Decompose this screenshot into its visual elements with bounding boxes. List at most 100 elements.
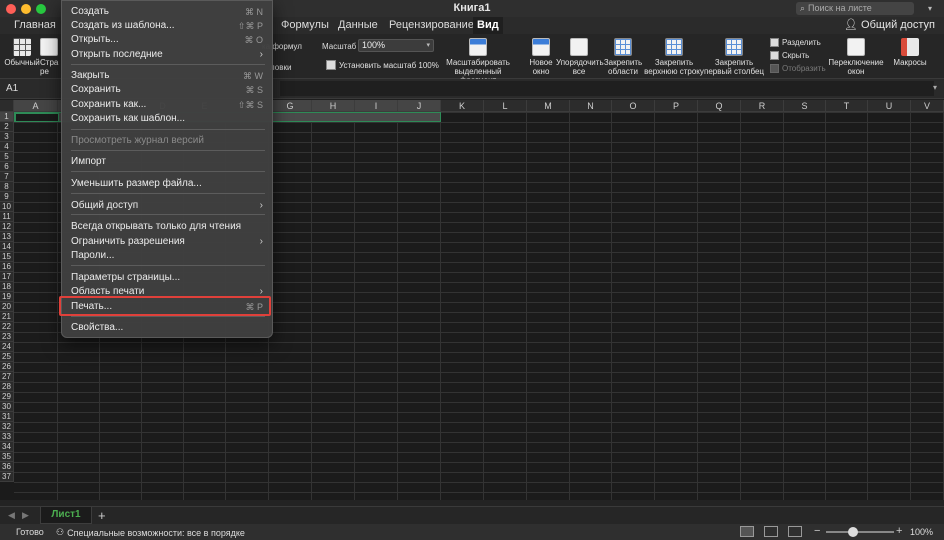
tab-home[interactable]: Главная: [14, 19, 56, 31]
column-header[interactable]: I: [355, 100, 398, 112]
menu-item[interactable]: Сохранить как шаблон...: [62, 112, 272, 126]
row-header[interactable]: 27: [0, 372, 14, 382]
row-header[interactable]: 28: [0, 382, 14, 392]
freeze-first-column-button[interactable]: Закрепить первый столбец: [704, 38, 764, 76]
row-header[interactable]: 6: [0, 162, 14, 172]
row-header[interactable]: 17: [0, 272, 14, 282]
menu-item[interactable]: Сохранить как... ⇧⌘ S: [62, 98, 272, 112]
row-header[interactable]: 21: [0, 312, 14, 322]
active-cell-a1[interactable]: [15, 113, 59, 122]
menu-item[interactable]: Всегда открывать только для чтения: [62, 220, 272, 234]
row-header[interactable]: 2: [0, 122, 14, 132]
column-header[interactable]: P: [655, 100, 698, 112]
row-header[interactable]: 20: [0, 302, 14, 312]
menu-item[interactable]: Просмотреть журнал версий: [62, 134, 272, 148]
row-header[interactable]: 1: [0, 112, 14, 122]
row-header[interactable]: 34: [0, 442, 14, 452]
menu-item[interactable]: Пароли...: [62, 249, 272, 263]
menu-item[interactable]: Закрыть ⌘ W: [62, 69, 272, 83]
split-button[interactable]: Разделить: [770, 36, 826, 49]
menu-item[interactable]: Параметры страницы...: [62, 271, 272, 285]
page-layout-view-icon[interactable]: [764, 526, 778, 537]
next-sheet-icon[interactable]: ▶: [22, 510, 29, 521]
row-header[interactable]: 31: [0, 412, 14, 422]
row-header[interactable]: 37: [0, 472, 14, 482]
menu-item[interactable]: Ограничить разрешения ›: [62, 235, 272, 249]
row-header[interactable]: 14: [0, 242, 14, 252]
share-button[interactable]: 👤︎ Общий доступ: [844, 18, 935, 31]
row-header[interactable]: 5: [0, 152, 14, 162]
zoom-to-selection-button[interactable]: Масштабировать выделенный фрагмент: [436, 38, 520, 85]
menu-item[interactable]: Уменьшить размер файла...: [62, 177, 272, 191]
row-header[interactable]: 10: [0, 202, 14, 212]
normal-view-button[interactable]: Обычный: [4, 38, 40, 67]
column-header[interactable]: Q: [698, 100, 741, 112]
prev-sheet-icon[interactable]: ◀: [8, 510, 15, 521]
row-header[interactable]: 16: [0, 262, 14, 272]
row-header[interactable]: 12: [0, 222, 14, 232]
column-header[interactable]: J: [398, 100, 441, 112]
row-header[interactable]: 11: [0, 212, 14, 222]
column-header[interactable]: U: [868, 100, 911, 112]
page-break-view-icon[interactable]: [788, 526, 802, 537]
tab-data[interactable]: Данные: [338, 19, 378, 31]
row-header[interactable]: 33: [0, 432, 14, 442]
row-header[interactable]: 15: [0, 252, 14, 262]
chevron-down-icon[interactable]: ▾: [933, 83, 937, 92]
column-header[interactable]: R: [741, 100, 784, 112]
menu-item[interactable]: Импорт: [62, 155, 272, 169]
column-header[interactable]: O: [612, 100, 655, 112]
tab-review[interactable]: Рецензирование: [389, 19, 474, 31]
unhide-button[interactable]: Отобразить: [770, 62, 826, 75]
row-header[interactable]: 26: [0, 362, 14, 372]
row-header[interactable]: 29: [0, 392, 14, 402]
row-header[interactable]: 9: [0, 192, 14, 202]
zoom-out-button[interactable]: −: [814, 525, 820, 537]
column-header[interactable]: M: [527, 100, 570, 112]
row-header[interactable]: 36: [0, 462, 14, 472]
page-layout-button[interactable]: Стра ре: [40, 38, 62, 76]
column-header[interactable]: N: [570, 100, 612, 112]
zoom-100-button[interactable]: Установить масштаб 100%: [326, 60, 439, 70]
column-header[interactable]: G: [269, 100, 312, 112]
row-header[interactable]: 32: [0, 422, 14, 432]
row-header[interactable]: 3: [0, 132, 14, 142]
menu-item[interactable]: Общий доступ ›: [62, 199, 272, 213]
menu-item[interactable]: Открыть последние ›: [62, 48, 272, 62]
row-header[interactable]: 22: [0, 322, 14, 332]
normal-view-icon[interactable]: [740, 526, 754, 537]
zoom-select[interactable]: 100% ▾: [358, 39, 434, 52]
menu-item[interactable]: Свойства...: [62, 321, 272, 335]
add-sheet-button[interactable]: +: [98, 508, 106, 523]
row-header[interactable]: 24: [0, 342, 14, 352]
arrange-all-button[interactable]: Упорядочить все: [556, 38, 604, 76]
headings-checkbox-label[interactable]: ловки: [270, 63, 291, 72]
column-header[interactable]: K: [441, 100, 484, 112]
menu-item[interactable]: Открыть... ⌘ O: [62, 33, 272, 47]
tab-formulas[interactable]: Формулы: [281, 19, 329, 31]
row-header[interactable]: 18: [0, 282, 14, 292]
switch-windows-button[interactable]: Переключение окон: [826, 38, 886, 76]
hide-button[interactable]: Скрыть: [770, 49, 826, 62]
menu-item[interactable]: Сохранить ⌘ S: [62, 83, 272, 97]
row-header[interactable]: 19: [0, 292, 14, 302]
menu-item[interactable]: Создать ⌘ N: [62, 5, 272, 19]
column-header[interactable]: T: [826, 100, 868, 112]
accessibility-status[interactable]: ⚇ Специальные возможности: все в порядке: [56, 527, 245, 538]
column-header[interactable]: V: [911, 100, 944, 112]
freeze-panes-button[interactable]: Закрепить области: [602, 38, 644, 76]
name-box[interactable]: A1: [0, 81, 58, 96]
chevron-down-icon[interactable]: ▾: [922, 2, 938, 15]
formula-input[interactable]: [280, 81, 934, 96]
zoom-slider-handle[interactable]: [848, 527, 858, 537]
column-header[interactable]: H: [312, 100, 355, 112]
row-header[interactable]: 23: [0, 332, 14, 342]
row-header[interactable]: 8: [0, 182, 14, 192]
tab-view[interactable]: Вид: [473, 17, 503, 34]
freeze-top-row-button[interactable]: Закрепить верхнюю строку: [644, 38, 704, 76]
sheet-search-input[interactable]: ⌕ Поиск на листе: [796, 2, 914, 15]
select-all-corner[interactable]: [0, 100, 14, 112]
macros-button[interactable]: Макросы: [890, 38, 930, 67]
column-header[interactable]: L: [484, 100, 527, 112]
new-window-button[interactable]: Новое окно: [526, 38, 556, 76]
